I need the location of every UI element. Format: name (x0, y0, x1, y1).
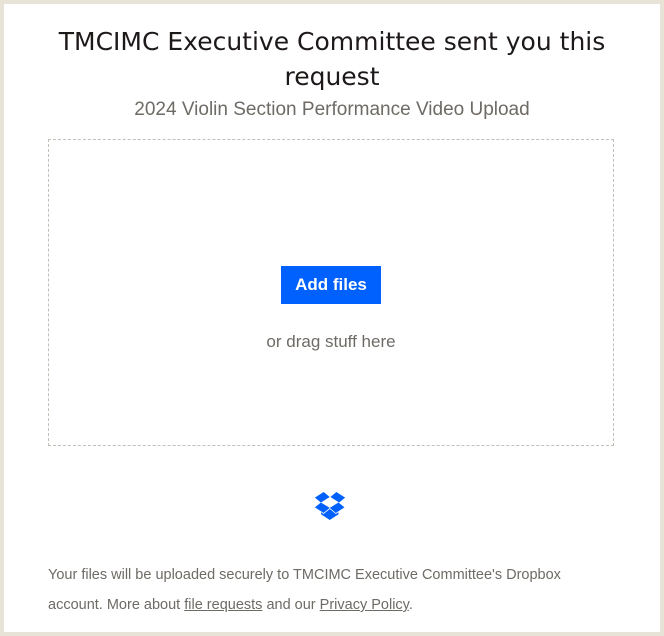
drag-hint-text: or drag stuff here (266, 332, 396, 351)
footer-text-2: and our (262, 597, 320, 613)
file-dropzone[interactable]: Add files or drag stuff here (48, 139, 614, 446)
request-subtitle: 2024 Violin Section Performance Video Up… (134, 99, 530, 120)
footer-notice: Your files will be uploaded securely to … (48, 560, 618, 620)
file-requests-link[interactable]: file requests (184, 597, 262, 613)
privacy-policy-link[interactable]: Privacy Policy (320, 597, 409, 613)
page-title: TMCIMC Executive Committee sent you this… (58, 27, 606, 91)
file-request-card: TMCIMC Executive Committee sent you this… (4, 4, 660, 632)
dropbox-logo-icon (314, 492, 346, 520)
add-files-button[interactable]: Add files (281, 266, 381, 304)
footer-text-3: . (408, 597, 413, 613)
